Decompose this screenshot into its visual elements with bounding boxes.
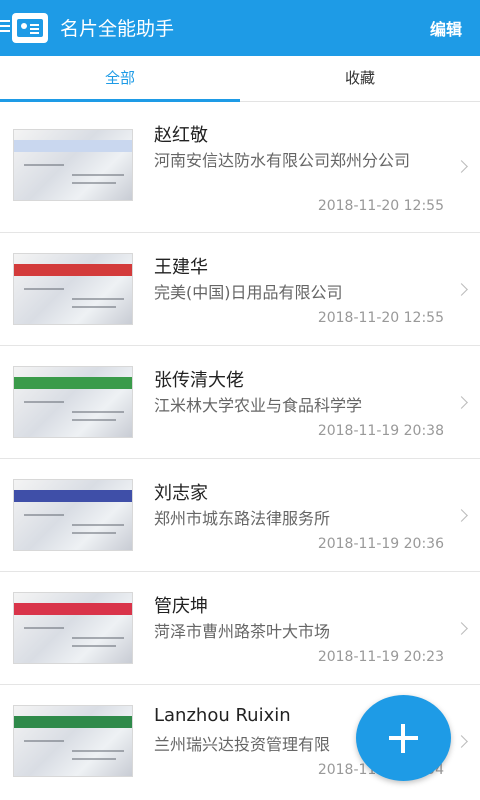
card-thumbnail [13, 479, 133, 551]
contact-name: 赵红敬 [154, 125, 208, 146]
company-name: 菏泽市曹州路茶叶大市场 [154, 622, 331, 641]
card-row[interactable]: 刘志家 郑州市城东路法律服务所 2018-11-19 20:36 [0, 459, 480, 572]
contact-name: 王建华 [154, 257, 208, 278]
card-thumbnail [13, 366, 133, 438]
chevron-right-icon [455, 735, 468, 748]
chevron-right-icon [455, 283, 468, 296]
contact-name: Lanzhou Ruixin [154, 705, 291, 726]
menu-icon[interactable] [0, 20, 10, 36]
company-name: 郑州市城东路法律服务所 [154, 509, 331, 528]
chevron-right-icon [455, 160, 468, 173]
card-thumbnail-band [14, 716, 132, 728]
contact-name: 张传清大佬 [154, 370, 244, 391]
tab-indicator [0, 99, 240, 102]
business-card-logo-icon [12, 13, 48, 43]
card-thumbnail-band [14, 140, 132, 152]
card-thumbnail [13, 705, 133, 777]
timestamp: 2018-11-19 20:38 [317, 423, 444, 439]
card-thumbnail-band [14, 264, 132, 276]
card-thumbnail-band [14, 377, 132, 389]
chevron-right-icon [455, 396, 468, 409]
contact-name: 刘志家 [154, 483, 208, 504]
card-row[interactable]: 管庆坤 菏泽市曹州路茶叶大市场 2018-11-19 20:23 [0, 572, 480, 685]
tab-favorites[interactable]: 收藏 [240, 56, 480, 102]
app-bar: 名片全能助手 编辑 [0, 0, 480, 56]
tab-bar: 全部 收藏 [0, 56, 480, 102]
add-card-button[interactable] [356, 695, 451, 781]
app-title: 名片全能助手 [60, 18, 175, 40]
card-thumbnail-band [14, 603, 132, 615]
card-row[interactable]: 王建华 完美(中国)日用品有限公司 2018-11-20 12:55 [0, 233, 480, 346]
timestamp: 2018-11-19 20:23 [317, 649, 444, 665]
company-name: 河南安信达防水有限公司郑州分公司 [154, 151, 411, 170]
company-name: 完美(中国)日用品有限公司 [154, 283, 343, 302]
timestamp: 2018-11-19 20:36 [317, 536, 444, 552]
tab-all[interactable]: 全部 [0, 56, 240, 102]
edit-button[interactable]: 编辑 [430, 16, 462, 40]
timestamp: 2018-11-20 12:55 [317, 310, 444, 326]
card-row[interactable]: 张传清大佬 江米林大学农业与食品科学学 2018-11-19 20:38 [0, 346, 480, 459]
card-thumbnail [13, 129, 133, 201]
contact-name: 管庆坤 [154, 596, 208, 617]
card-thumbnail-band [14, 490, 132, 502]
card-thumbnail [13, 253, 133, 325]
company-name: 兰州瑞兴达投资管理有限 [154, 735, 331, 754]
card-thumbnail [13, 592, 133, 664]
card-row[interactable]: 赵红敬 河南安信达防水有限公司郑州分公司 2018-11-20 12:55 [0, 103, 480, 233]
chevron-right-icon [455, 509, 468, 522]
company-name: 江米林大学农业与食品科学学 [154, 396, 363, 415]
timestamp: 2018-11-20 12:55 [317, 198, 444, 214]
chevron-right-icon [455, 622, 468, 635]
